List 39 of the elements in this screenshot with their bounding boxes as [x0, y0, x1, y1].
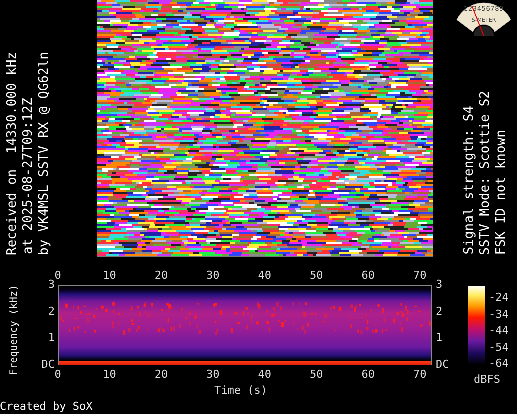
tick-label: -24	[489, 292, 509, 304]
reception-info-line: Received on 14330.000 kHz	[5, 52, 21, 255]
tick-label: 1	[48, 332, 55, 344]
reception-info-line: at 2025-08-27T09:12Z	[21, 98, 37, 255]
tick-label: 20	[154, 369, 168, 381]
tick-label: 50	[310, 369, 324, 381]
decode-info-line: FSK ID not known	[494, 130, 510, 255]
tick-label: -44	[489, 325, 509, 337]
reception-info-line: by VK4MSL SSTV RX @ QG62ln	[37, 52, 53, 255]
tick-label: 3	[48, 279, 55, 291]
credit-text: Created by SoX	[0, 400, 94, 414]
tick-label: 40	[258, 369, 272, 381]
tick-label: 40	[258, 270, 272, 282]
tick-label: 10	[103, 369, 116, 381]
tick-label: 0	[54, 369, 62, 381]
tick-label: 70	[413, 270, 427, 282]
tick-label: 10	[103, 270, 116, 282]
tick-label: 2	[436, 306, 443, 318]
tick-label: 30	[206, 369, 220, 381]
tick-label: 60	[362, 369, 375, 381]
decode-info-line: Signal strength: S4	[462, 106, 478, 255]
tick-label: 0	[54, 270, 62, 282]
tick-label: 1	[436, 332, 443, 344]
tick-label: -34	[489, 308, 509, 320]
axis-title: Time (s)	[214, 384, 268, 399]
tick-label: -64	[489, 358, 509, 370]
tick-label: DC	[42, 359, 55, 371]
tick-label: 30	[206, 270, 220, 282]
decode-info-line: SSTV Mode: Scottie S2	[478, 90, 494, 255]
tick-label: 20	[154, 270, 168, 282]
tick-label: 2	[48, 306, 55, 318]
tick-label: 60	[362, 270, 375, 282]
tick-label: -54	[489, 342, 509, 354]
tick-label: 50	[310, 270, 324, 282]
tick-label: 3	[436, 279, 443, 291]
axis-title: Frequency (kHz)	[9, 284, 21, 376]
tick-label: 70	[413, 369, 427, 381]
tick-label: DC	[436, 359, 450, 371]
colorbar-title: dBFS	[473, 372, 502, 388]
